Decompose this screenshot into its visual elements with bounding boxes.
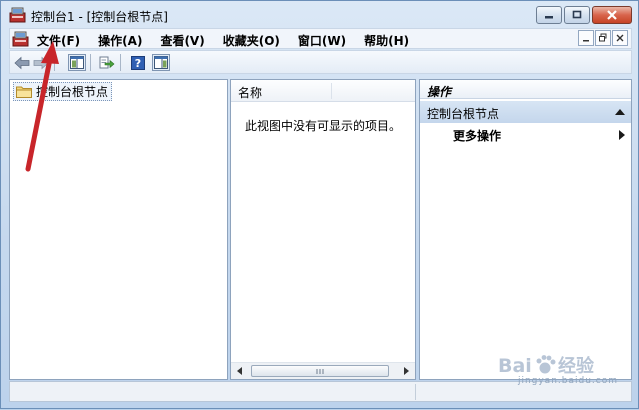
show-hide-action-pane-icon [154,56,168,69]
back-button[interactable] [13,54,31,71]
svg-text:Bai: Bai [498,355,532,377]
horizontal-scrollbar[interactable] [231,362,415,379]
minimize-icon [583,40,589,42]
minimize-icon [545,16,553,19]
chevron-right-icon [404,367,409,375]
child-restore-button[interactable] [595,30,611,46]
close-button[interactable] [592,6,632,24]
more-actions-item[interactable]: 更多操作 [420,126,631,144]
tree-node-console-root[interactable]: 控制台根节点 [13,82,113,101]
action-group-console-root[interactable]: 控制台根节点 [420,101,631,123]
toolbar-separator [54,54,55,71]
title-bar[interactable]: 控制台1 - [控制台根节点] [1,1,638,29]
menu-bar: 文件(F) 操作(A) 查看(V) 收藏夹(O) 窗口(W) 帮助(H) [9,28,632,49]
collapse-triangle-icon[interactable] [615,109,625,115]
toolbar: ? [9,50,632,74]
restore-button[interactable] [564,6,590,24]
child-minimize-button[interactable] [578,30,594,46]
menu-favorites[interactable]: 收藏夹(O) [223,30,289,49]
close-icon [607,10,617,20]
export-list-icon [99,56,115,68]
close-icon [616,34,624,42]
forward-arrow-icon [33,56,49,69]
show-hide-tree-icon [70,56,84,69]
action-group-title: 控制台根节点 [427,107,500,121]
folder-icon [16,86,32,98]
result-pane[interactable]: 名称 此视图中没有可显示的项目。 [230,79,416,380]
list-column-header[interactable]: 名称 [231,80,415,102]
menu-help[interactable]: 帮助(H) [364,30,418,49]
baidu-watermark: Bai 经验 jingyan.baidu.com [498,352,618,386]
empty-view-message: 此视图中没有可显示的项目。 [245,119,402,133]
toolbar-separator [120,54,121,71]
baidu-jingyan-logo: Bai 经验 [498,355,595,377]
menu-window[interactable]: 窗口(W) [298,30,355,49]
column-name-header[interactable]: 名称 [238,84,262,101]
column-divider[interactable] [331,83,332,99]
help-button[interactable]: ? [129,54,147,71]
child-window-icon[interactable] [12,31,29,47]
show-hide-tree-button[interactable] [68,54,86,71]
status-divider [415,384,416,400]
scroll-thumb[interactable] [251,365,389,377]
tree-node-label: 控制台根节点 [36,85,109,99]
svg-text:?: ? [135,57,141,70]
export-list-button[interactable] [98,54,116,71]
menu-file[interactable]: 文件(F) [37,30,89,49]
mmc-window: 控制台1 - [控制台根节点] 文件(F) 操作(A) 查看(V) 收藏夹(O)… [0,0,639,409]
child-close-button[interactable] [612,30,628,46]
help-icon: ? [131,55,145,70]
restore-icon [599,33,607,42]
more-actions-label: 更多操作 [453,129,502,143]
chevron-left-icon [237,367,242,375]
console-app-icon[interactable] [9,7,26,23]
window-title: 控制台1 - [控制台根节点] [31,10,168,24]
scroll-left-button[interactable] [232,363,248,379]
submenu-triangle-icon [619,130,625,140]
back-arrow-icon [14,56,30,69]
menu-view[interactable]: 查看(V) [160,30,213,49]
forward-button[interactable] [32,54,50,71]
console-tree-pane[interactable]: 控制台根节点 [9,79,228,380]
action-pane-header: 操作 [420,80,631,99]
show-hide-action-pane-button[interactable] [152,54,170,71]
scroll-right-button[interactable] [398,363,414,379]
minimize-button[interactable] [536,6,562,24]
toolbar-separator [90,54,91,71]
action-pane: 操作 控制台根节点 更多操作 [419,79,632,380]
restore-icon [572,10,582,19]
menu-action[interactable]: 操作(A) [98,30,151,49]
grip-icon [316,369,324,374]
svg-text:经验: 经验 [558,355,595,377]
